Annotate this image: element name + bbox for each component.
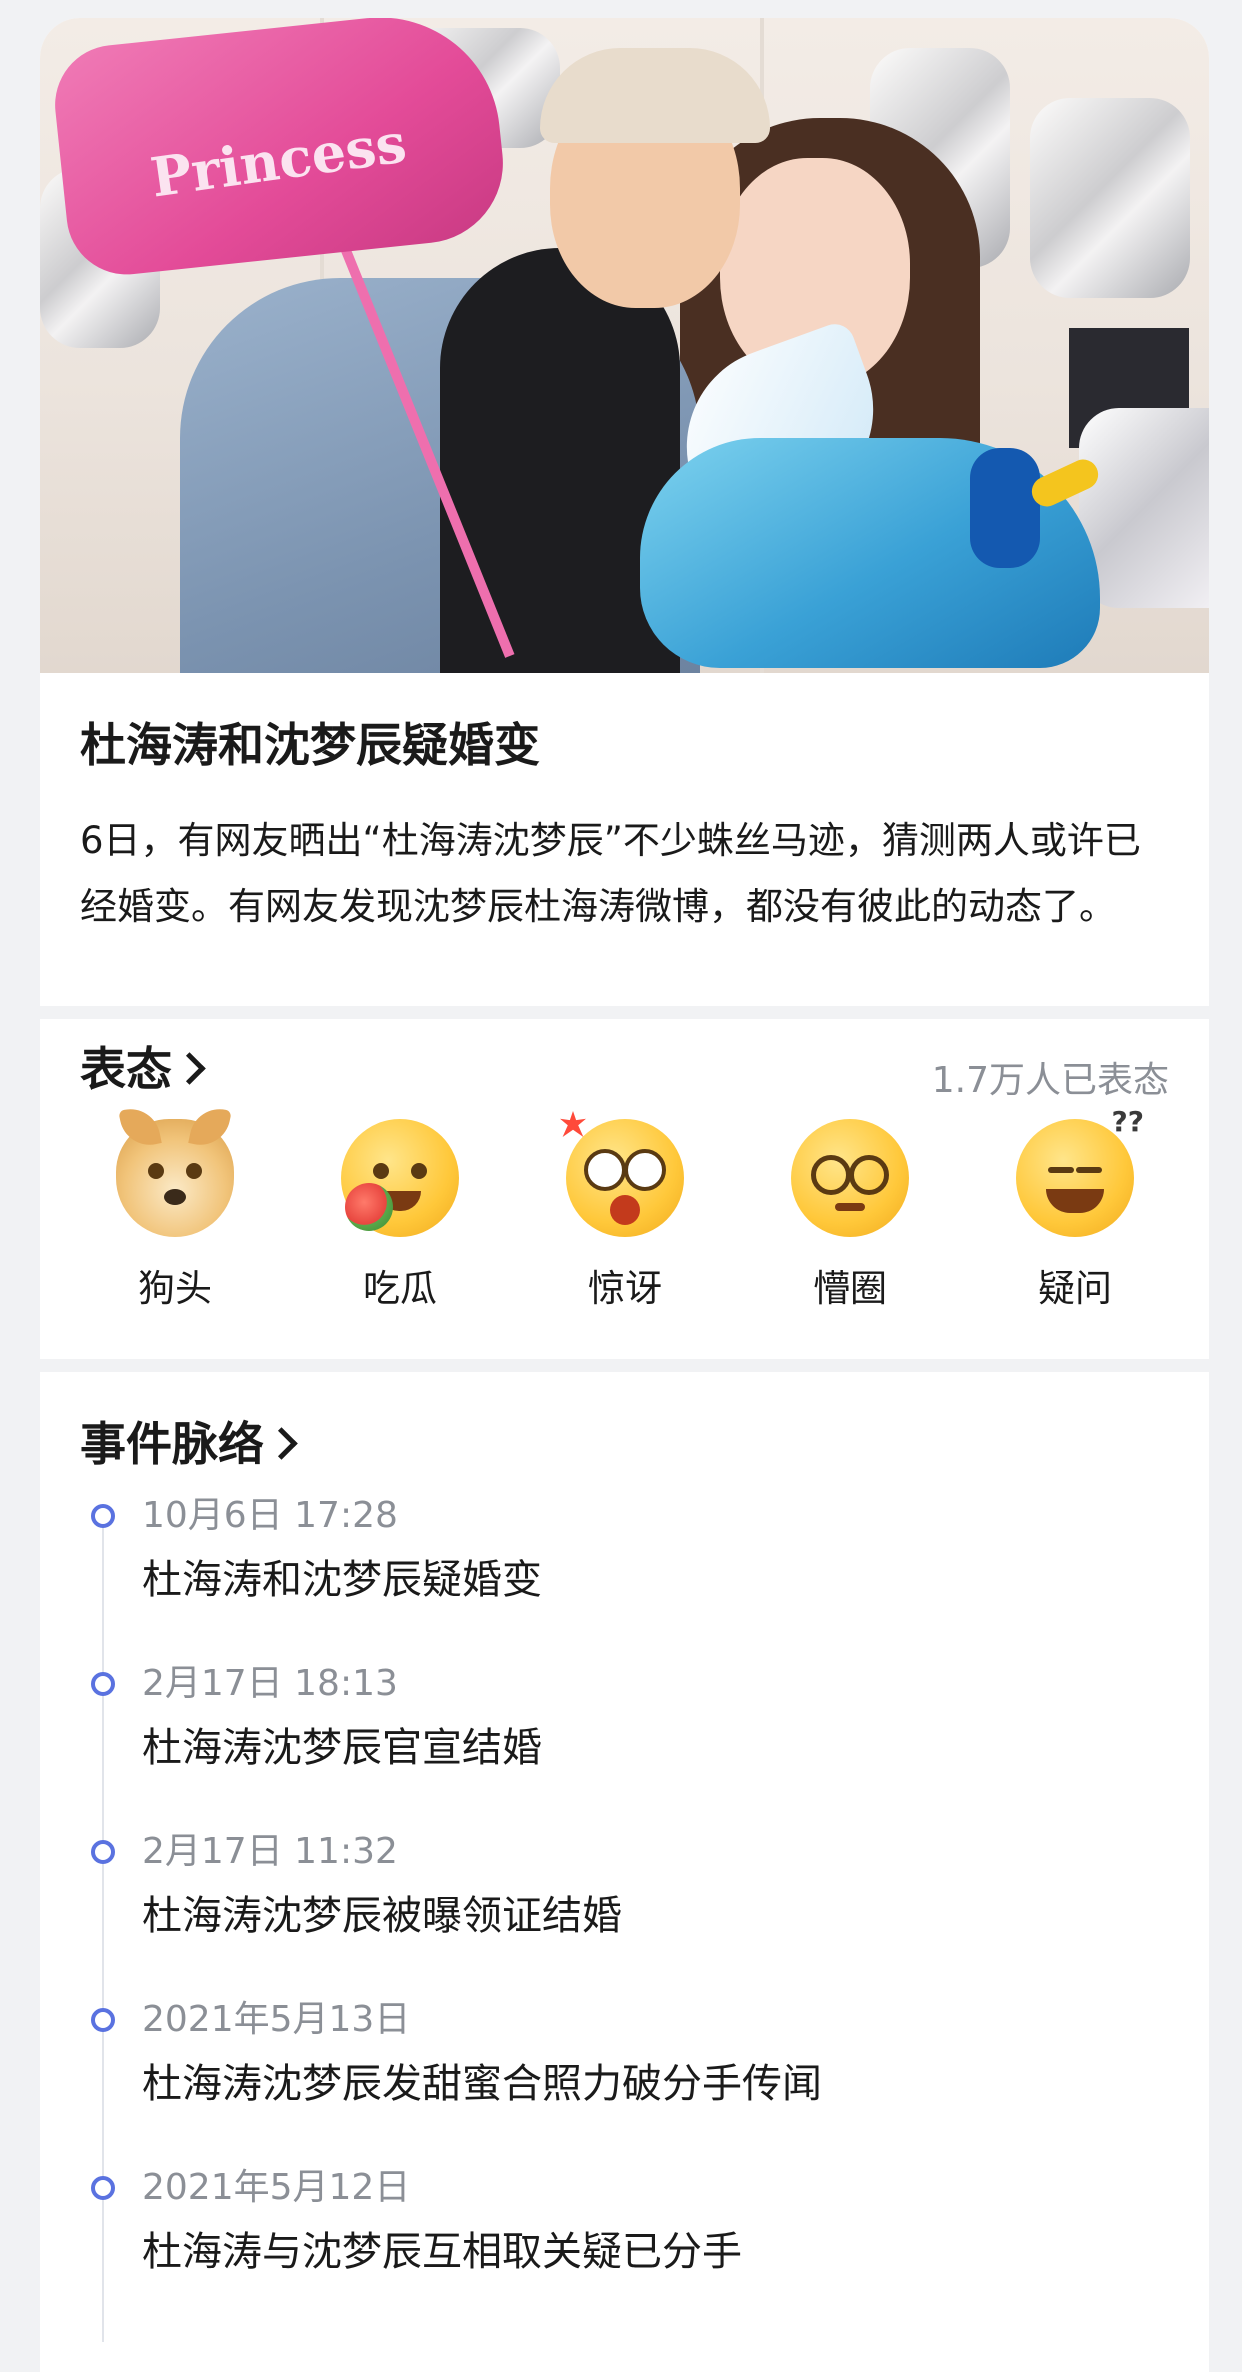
timeline-title: 事件脉络 xyxy=(80,1417,264,1471)
timeline-event-date: 2月17日 11:32 xyxy=(142,1831,398,1872)
news-card: Princess 杜海涛和沈梦辰疑婚变 6日，有网友晒出“杜海涛沈梦辰”不少蛛丝… xyxy=(40,18,1209,1006)
timeline-dot-icon xyxy=(91,2008,115,2032)
reaction-label: 狗头 xyxy=(138,1267,212,1310)
timeline-event-text[interactable]: 杜海涛和沈梦辰疑婚变 xyxy=(142,1552,542,1608)
chevron-right-icon xyxy=(265,1427,298,1460)
dizzy-emoji-icon xyxy=(791,1119,909,1237)
reaction-item-surprised[interactable]: 惊讶 xyxy=(530,1111,720,1313)
reaction-label: 吃瓜 xyxy=(363,1267,437,1310)
timeline-dot-icon xyxy=(91,1504,115,1528)
timeline-event[interactable]: 2月17日 18:13 杜海涛沈梦辰官宣结婚 xyxy=(80,1662,1180,1830)
chevron-right-icon xyxy=(173,1052,206,1085)
eating-melon-emoji-icon xyxy=(341,1119,459,1237)
reactions-card: 表态 1.7万人已表态 狗头 吃瓜 惊讶 懵圈 ?? 疑问 xyxy=(40,1019,1209,1359)
timeline-event[interactable]: 2021年5月12日 杜海涛与沈梦辰互相取关疑已分手 xyxy=(80,2166,1180,2334)
timeline-dot-icon xyxy=(91,1840,115,1864)
reactions-title: 表态 xyxy=(80,1042,172,1096)
silver-balloon xyxy=(1030,98,1190,298)
timeline-event-text[interactable]: 杜海涛与沈梦辰互相取关疑已分手 xyxy=(142,2224,742,2280)
doge-emoji-icon xyxy=(116,1119,234,1237)
timeline-event-date: 10月6日 17:28 xyxy=(142,1495,398,1536)
surprised-emoji-icon xyxy=(560,1111,684,1237)
reactions-count: 1.7万人已表态 xyxy=(931,1060,1169,1101)
reaction-item-eat-melon[interactable]: 吃瓜 xyxy=(305,1119,495,1313)
timeline-dot-icon xyxy=(91,2176,115,2200)
timeline-event-date: 2021年5月13日 xyxy=(142,1999,411,2040)
news-photo[interactable]: Princess xyxy=(40,18,1209,673)
timeline-event[interactable]: 10月6日 17:28 杜海涛和沈梦辰疑婚变 xyxy=(80,1494,1180,1662)
reaction-label: 懵圈 xyxy=(813,1267,887,1310)
timeline-header[interactable]: 事件脉络 xyxy=(80,1412,298,1476)
man-cap xyxy=(540,48,770,143)
timeline-event-date: 2021年5月12日 xyxy=(142,2167,411,2208)
unicorn-mane xyxy=(970,448,1040,568)
timeline-dot-icon xyxy=(91,1672,115,1696)
timeline-event-date: 2月17日 18:13 xyxy=(142,1663,398,1704)
reactions-header[interactable]: 表态 xyxy=(80,1037,206,1101)
timeline-event-text[interactable]: 杜海涛沈梦辰发甜蜜合照力破分手传闻 xyxy=(142,2056,822,2112)
timeline-event-text[interactable]: 杜海涛沈梦辰官宣结婚 xyxy=(142,1720,542,1776)
timeline-event[interactable]: 2月17日 11:32 杜海涛沈梦辰被曝领证结婚 xyxy=(80,1830,1180,1998)
timeline-list: 10月6日 17:28 杜海涛和沈梦辰疑婚变 2月17日 18:13 杜海涛沈梦… xyxy=(80,1494,1180,2342)
puzzled-emoji-icon: ?? xyxy=(1016,1105,1144,1237)
reaction-list: 狗头 吃瓜 惊讶 懵圈 ?? 疑问 xyxy=(80,1105,1170,1313)
reaction-item-dizzy[interactable]: 懵圈 xyxy=(755,1119,945,1313)
reaction-item-doge[interactable]: 狗头 xyxy=(80,1119,270,1313)
reaction-label: 疑问 xyxy=(1038,1267,1112,1310)
news-title: 杜海涛和沈梦辰疑婚变 xyxy=(80,718,540,772)
timeline-card: 事件脉络 10月6日 17:28 杜海涛和沈梦辰疑婚变 2月17日 18:13 … xyxy=(40,1372,1209,2372)
timeline-event-text[interactable]: 杜海涛沈梦辰被曝领证结婚 xyxy=(142,1888,622,1944)
news-description: 6日，有网友晒出“杜海涛沈梦辰”不少蛛丝马迹，猜测两人或许已经婚变。有网友发现沈… xyxy=(80,819,1141,928)
reaction-item-puzzled[interactable]: ?? 疑问 xyxy=(980,1105,1170,1313)
reaction-label: 惊讶 xyxy=(588,1267,662,1310)
timeline-event[interactable]: 2021年5月13日 杜海涛沈梦辰发甜蜜合照力破分手传闻 xyxy=(80,1998,1180,2166)
